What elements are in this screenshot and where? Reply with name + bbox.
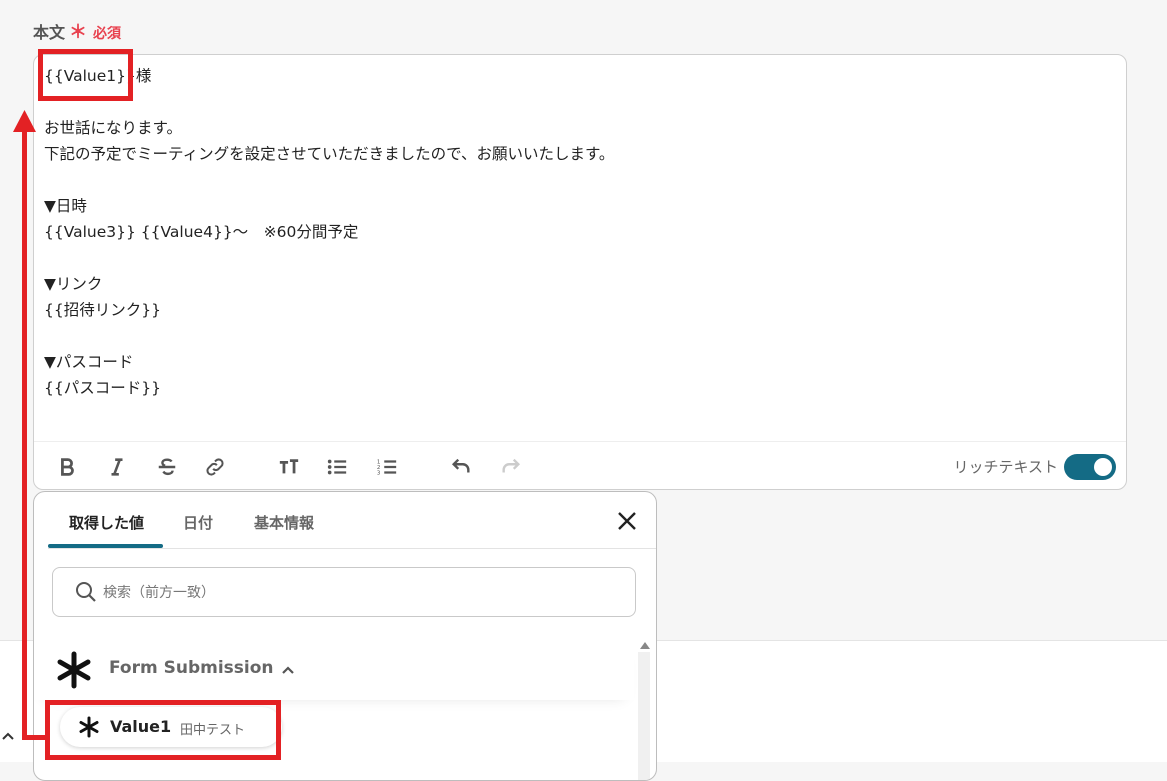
highlight-box-value-item: [45, 700, 281, 760]
bold-icon[interactable]: [54, 454, 80, 480]
tab-acquired-values[interactable]: 取得した値: [69, 512, 144, 533]
close-icon[interactable]: [616, 510, 638, 532]
field-label: 本文＊ 必須: [33, 18, 121, 44]
rich-text-toggle[interactable]: [1064, 454, 1116, 480]
scroll-up-arrow[interactable]: [640, 642, 650, 649]
search-field: [52, 567, 636, 617]
numbered-list-icon[interactable]: 123: [374, 454, 400, 480]
chevron-up-icon[interactable]: [280, 662, 296, 678]
link-icon[interactable]: [202, 454, 228, 480]
editor-line: 下記の予定でミーティングを設定させていただきましたので、お願いいたします。: [44, 145, 615, 163]
highlight-box-placeholder: [38, 49, 133, 101]
editor-line: {{Value1}}様: [44, 67, 152, 85]
annotation-arrow-shaft: [22, 128, 27, 740]
group-title: Form Submission: [109, 658, 274, 678]
annotation-arrow-foot: [22, 735, 48, 740]
toggle-knob: [1094, 458, 1112, 476]
editor-toolbar: 123 リッチテキスト: [34, 441, 1126, 492]
tab-basic-info[interactable]: 基本情報: [254, 512, 314, 533]
search-input[interactable]: [101, 580, 605, 606]
scrollbar[interactable]: [638, 652, 650, 780]
panel-tabs: 取得した値 日付 基本情報: [48, 492, 656, 549]
chevron-up-icon[interactable]: [0, 728, 16, 748]
body-editor[interactable]: {{Value1}}様 お世話になります。 下記の予定でミーティングを設定させて…: [33, 54, 1127, 490]
svg-text:3: 3: [377, 470, 381, 476]
italic-icon[interactable]: [104, 454, 130, 480]
editor-line: ▼日時: [44, 197, 87, 215]
arrow-head-icon: [13, 110, 36, 132]
editor-line: {{招待リンク}}: [44, 301, 161, 319]
active-tab-indicator: [48, 544, 163, 548]
search-icon: [76, 582, 96, 602]
rich-text-label: リッチテキスト: [953, 458, 1058, 476]
form-submission-group[interactable]: Form Submission: [34, 642, 634, 700]
undo-icon[interactable]: [448, 454, 474, 480]
editor-line: ▼リンク: [44, 275, 103, 293]
editor-line: お世話になります。: [44, 119, 182, 137]
redo-icon[interactable]: [498, 454, 524, 480]
bullet-list-icon[interactable]: [324, 454, 350, 480]
field-label-text: 本文: [33, 23, 66, 42]
editor-line: {{Value3}} {{Value4}}～ ※60分間予定: [44, 223, 359, 241]
editor-content[interactable]: {{Value1}}様 お世話になります。 下記の予定でミーティングを設定させて…: [44, 63, 1116, 401]
editor-line: ▼パスコード: [44, 353, 134, 371]
required-text: 必須: [93, 26, 122, 42]
asterisk-icon: [57, 651, 91, 689]
required-mark: ＊: [69, 22, 88, 43]
editor-line: {{パスコード}}: [44, 379, 161, 397]
tab-date[interactable]: 日付: [183, 512, 213, 533]
strikethrough-icon[interactable]: [154, 454, 180, 480]
text-size-icon[interactable]: [276, 454, 302, 480]
